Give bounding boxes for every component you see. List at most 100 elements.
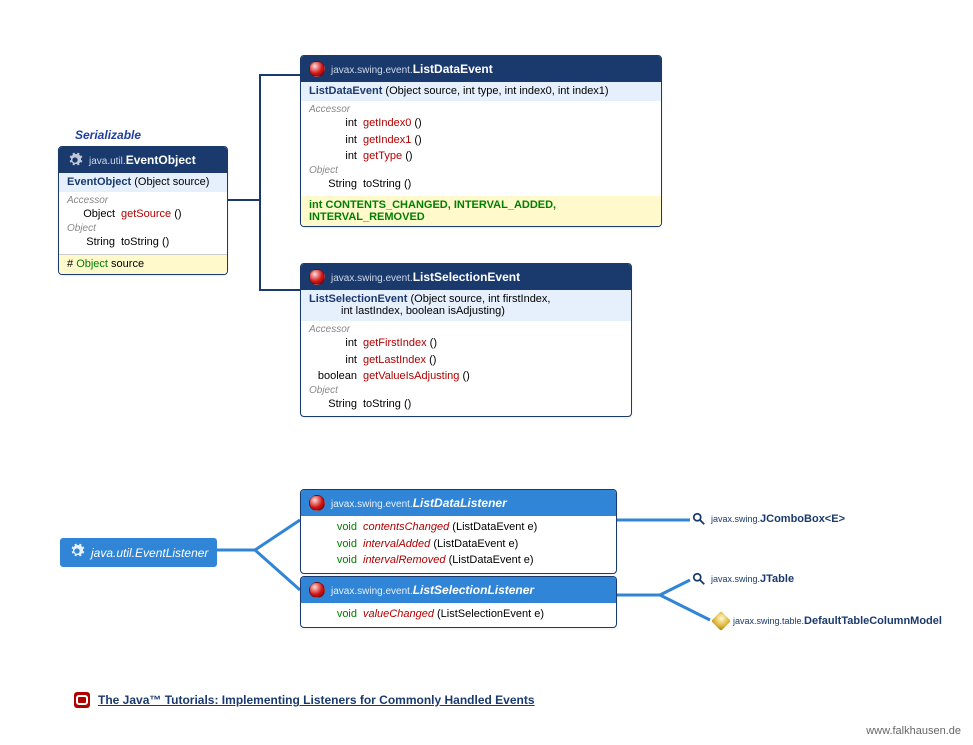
field-prot: # <box>67 258 73 270</box>
method-name: getValueIsAdjusting <box>363 370 459 382</box>
return-type: Object <box>67 206 121 223</box>
class-title: javax.swing.event.ListDataListener <box>331 496 507 510</box>
class-name: ListSelectionEvent <box>413 270 520 284</box>
pkg-label: java.util. <box>89 156 126 167</box>
class-name: ListDataListener <box>413 496 507 510</box>
method-paren: () <box>404 398 411 410</box>
footer-url: www.falkhausen.de <box>866 725 961 737</box>
method-name: getLastIndex <box>363 354 426 366</box>
constructor-row: EventObject (Object source) <box>59 173 227 192</box>
ctor-params: (Object source) <box>134 176 209 188</box>
return-type: void <box>309 552 363 569</box>
oracle-icon <box>74 692 90 708</box>
method-name: getIndex0 <box>363 117 411 129</box>
lolly-icon <box>711 611 731 631</box>
ball-icon <box>309 61 325 77</box>
gear-icon <box>67 152 83 168</box>
method-row: intgetFirstIndex () <box>309 335 623 352</box>
method-row: intgetIndex1 () <box>309 132 653 149</box>
method-name: intervalAdded <box>363 538 430 550</box>
ctor-params: (Object source, int type, int index0, in… <box>385 85 608 97</box>
interface-list-data-listener[interactable]: javax.swing.event.ListDataListener voidc… <box>300 489 617 574</box>
method-row: intgetType () <box>309 148 653 165</box>
method-row: intgetLastIndex () <box>309 352 623 369</box>
class-list-selection-event[interactable]: javax.swing.event.ListSelectionEvent Lis… <box>300 263 632 417</box>
return-type: int <box>309 132 363 149</box>
method-paren: () <box>174 208 181 220</box>
return-type: void <box>309 536 363 553</box>
return-type: void <box>309 606 363 623</box>
method-name: getSource <box>121 208 171 220</box>
interface-list-selection-listener[interactable]: javax.swing.event.ListSelectionListener … <box>300 576 617 628</box>
method-name: intervalRemoved <box>363 554 446 566</box>
method-row: voidintervalRemoved (ListDataEvent e) <box>309 552 608 569</box>
magnifier-icon <box>692 512 706 526</box>
method-row: booleangetValueIsAdjusting () <box>309 368 623 385</box>
class-header: javax.swing.event.ListSelectionEvent <box>301 264 631 290</box>
gear-icon <box>69 543 85 562</box>
interface-header: javax.swing.event.ListDataListener <box>301 490 616 516</box>
method-name: toString <box>121 236 159 248</box>
class-name: ListDataEvent <box>413 62 493 76</box>
class-title: javax.swing.event.ListSelectionListener <box>331 583 534 597</box>
class-title: javax.swing.event.ListSelectionEvent <box>331 270 520 284</box>
return-type: int <box>309 335 363 352</box>
class-list-data-event[interactable]: javax.swing.event.ListDataEvent ListData… <box>300 55 662 227</box>
method-row: String toString () <box>67 234 219 251</box>
field-type: Object <box>76 258 108 270</box>
magnifier-icon <box>692 572 706 586</box>
return-type: String <box>67 234 121 251</box>
object-label: Object <box>309 165 653 176</box>
class-name: ListSelectionListener <box>413 583 534 597</box>
method-param: (ListDataEvent e) <box>449 554 534 566</box>
members: voidcontentsChanged (ListDataEvent e) vo… <box>301 516 616 573</box>
tutorial-link[interactable]: The Java™ Tutorials: Implementing Listen… <box>98 693 535 707</box>
object-label: Object <box>67 223 219 234</box>
pkg-label: javax.swing.event. <box>331 586 413 597</box>
pkg-label: javax.swing. <box>711 514 760 524</box>
pkg-label: javax.swing.event. <box>331 499 413 510</box>
method-param: (ListDataEvent e) <box>433 538 518 550</box>
class-title: java.util.EventListener <box>91 546 208 560</box>
return-type: String <box>309 396 363 413</box>
method-paren: () <box>429 354 436 366</box>
return-type: void <box>309 519 363 536</box>
interface-header: javax.swing.event.ListSelectionListener <box>301 577 616 603</box>
class-event-object[interactable]: java.util.EventObject EventObject (Objec… <box>58 146 228 275</box>
field-name: source <box>111 258 144 270</box>
ref-jtable[interactable]: javax.swing.JTable <box>692 572 794 586</box>
ref-default-table-column-model[interactable]: javax.swing.table.DefaultTableColumnMode… <box>714 614 942 628</box>
ref-combo-box[interactable]: javax.swing.JComboBox<E> <box>692 512 845 526</box>
method-paren: () <box>430 337 437 349</box>
method-row: voidintervalAdded (ListDataEvent e) <box>309 536 608 553</box>
return-type: int <box>309 352 363 369</box>
ctor-name: ListDataEvent <box>309 85 382 97</box>
ball-icon <box>309 269 325 285</box>
class-header: javax.swing.event.ListDataEvent <box>301 56 661 82</box>
accessor-label: Accessor <box>309 104 653 115</box>
accessor-label: Accessor <box>67 195 219 206</box>
method-paren: () <box>414 134 421 146</box>
method-row: voidcontentsChanged (ListDataEvent e) <box>309 519 608 536</box>
ctor-params: int lastIndex, boolean isAdjusting) <box>341 305 505 317</box>
class-title: javax.swing.event.ListDataEvent <box>331 62 493 76</box>
pkg-label: javax.swing. <box>711 574 760 584</box>
method-name: toString <box>363 398 401 410</box>
interface-header: java.util.EventListener <box>61 539 216 566</box>
return-type: boolean <box>309 368 363 385</box>
method-paren: () <box>462 370 469 382</box>
ctor-name: EventObject <box>67 176 131 188</box>
class-header: java.util.EventObject <box>59 147 227 173</box>
interface-event-listener[interactable]: java.util.EventListener <box>60 538 217 567</box>
class-title: java.util.EventObject <box>89 153 196 167</box>
object-label: Object <box>309 385 623 396</box>
method-param: (ListDataEvent e) <box>452 521 537 533</box>
accessor-label: Accessor <box>309 324 623 335</box>
class-name: JComboBox<E> <box>760 513 845 525</box>
class-name: EventObject <box>126 153 196 167</box>
ball-icon <box>309 582 325 598</box>
method-name: getFirstIndex <box>363 337 427 349</box>
members: Accessor intgetFirstIndex () intgetLastI… <box>301 321 631 416</box>
constants-row: int CONTENTS_CHANGED, INTERVAL_ADDED, IN… <box>301 196 661 226</box>
method-name: contentsChanged <box>363 521 449 533</box>
